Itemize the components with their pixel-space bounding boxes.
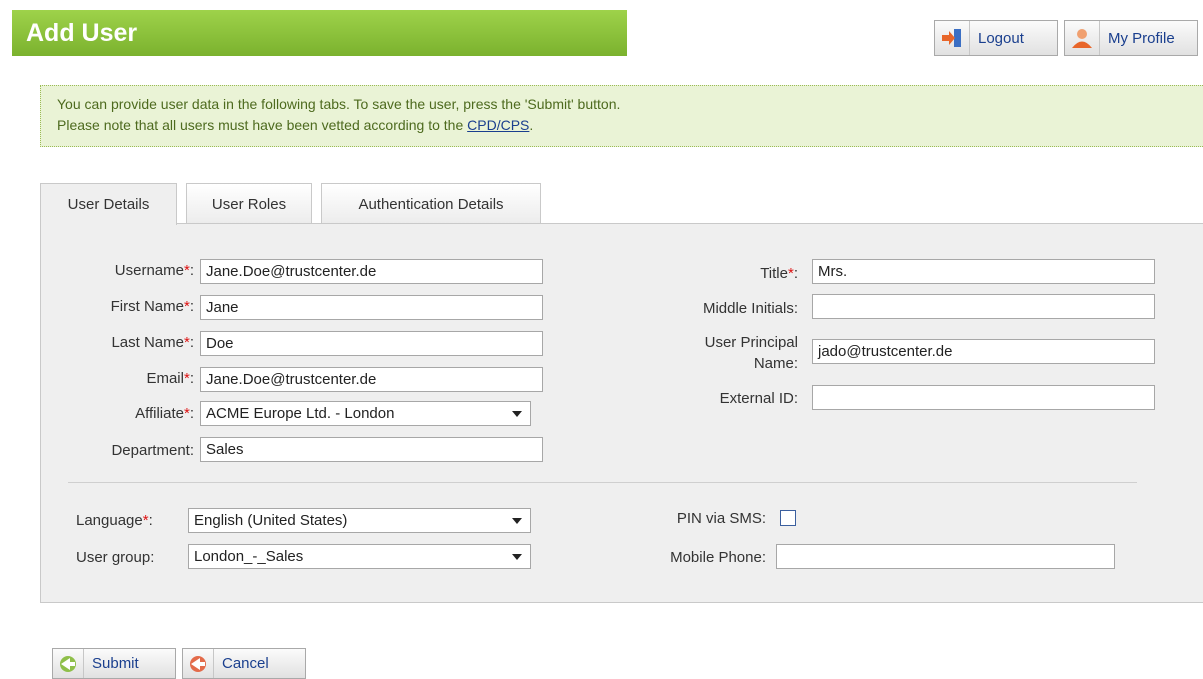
tab-authentication-details[interactable]: Authentication Details [321, 183, 541, 224]
language-label: Language*: [76, 512, 153, 529]
user-group-value: London_-_Sales [194, 548, 304, 565]
user-principal-name-field[interactable]: jado@trustcenter.de [812, 339, 1155, 364]
pin-via-sms-checkbox[interactable] [780, 510, 796, 526]
logout-button[interactable]: Logout [934, 20, 1058, 56]
middle-initials-field[interactable] [812, 294, 1155, 319]
user-principal-name-label: User Principal Name: [704, 334, 798, 372]
affiliate-select[interactable]: ACME Europe Ltd. - London [200, 401, 531, 426]
email-label: Email*: [146, 370, 194, 387]
affiliate-value: ACME Europe Ltd. - London [206, 405, 395, 422]
dropdown-arrow-icon [512, 518, 522, 524]
last-name-field[interactable]: Doe [200, 331, 543, 356]
last-name-label: Last Name*: [111, 334, 194, 351]
external-id-field[interactable] [812, 385, 1155, 410]
mobile-phone-field[interactable] [776, 544, 1115, 569]
cancel-button[interactable]: Cancel [182, 648, 306, 679]
first-name-field[interactable]: Jane [200, 295, 543, 320]
logout-label: Logout [978, 29, 1024, 47]
info-line-2: Please note that all users must have bee… [57, 115, 1187, 136]
info-box: You can provide user data in the followi… [40, 85, 1203, 147]
mobile-phone-label: Mobile Phone: [670, 549, 766, 566]
title-field[interactable]: Mrs. [812, 259, 1155, 284]
my-profile-label: My Profile [1108, 29, 1175, 47]
info-text: Please note that all users must have bee… [57, 117, 468, 133]
middle-initials-label: Middle Initials: [702, 300, 798, 317]
my-profile-button[interactable]: My Profile [1064, 20, 1198, 56]
username-label: Username*: [114, 262, 194, 279]
tab-user-details[interactable]: User Details [40, 183, 177, 225]
user-profile-icon [1065, 21, 1100, 55]
pin-via-sms-label: PIN via SMS: [676, 510, 766, 527]
department-field[interactable]: Sales [200, 437, 543, 462]
page-title: Add User [12, 10, 627, 56]
department-label: Department: [111, 442, 194, 459]
dropdown-arrow-icon [512, 554, 522, 560]
cancel-icon [183, 649, 214, 678]
email-field[interactable]: Jane.Doe@trustcenter.de [200, 367, 543, 392]
cancel-label: Cancel [222, 655, 269, 672]
submit-icon [53, 649, 84, 678]
submit-label: Submit [92, 655, 139, 672]
first-name-label: First Name*: [110, 298, 194, 315]
user-group-label: User group: [76, 549, 155, 566]
tab-user-roles[interactable]: User Roles [186, 183, 312, 224]
affiliate-label: Affiliate*: [135, 405, 194, 422]
submit-button[interactable]: Submit [52, 648, 176, 679]
info-line-1: You can provide user data in the followi… [57, 96, 621, 112]
user-group-select[interactable]: London_-_Sales [188, 544, 531, 569]
dropdown-arrow-icon [512, 411, 522, 417]
language-value: English (United States) [194, 512, 348, 529]
section-divider [68, 482, 1137, 483]
title-label: Title*: [760, 265, 798, 282]
language-select[interactable]: English (United States) [188, 508, 531, 533]
cpd-cps-link[interactable]: CPD/CPS [467, 117, 529, 133]
info-text-end: . [529, 117, 534, 133]
external-id-label: External ID: [719, 390, 798, 407]
logout-icon [935, 21, 970, 55]
username-field[interactable]: Jane.Doe@trustcenter.de [200, 259, 543, 284]
